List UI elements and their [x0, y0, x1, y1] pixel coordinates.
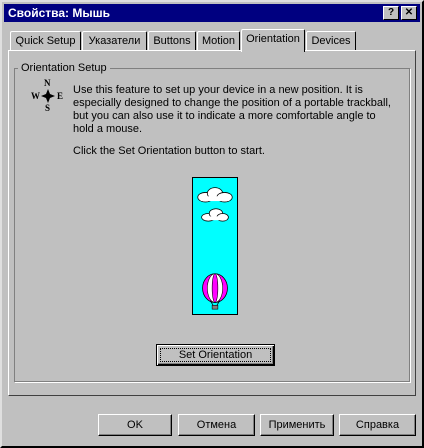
compass-east-label: E: [57, 91, 63, 101]
compass-south-label: S: [45, 103, 50, 113]
help-icon: ?: [387, 7, 395, 18]
set-orientation-label: Set Orientation: [157, 345, 274, 365]
orientation-description: Use this feature to set up your device i…: [73, 84, 391, 135]
group-label: Orientation Setup: [18, 62, 110, 74]
tab-label: Buttons: [153, 35, 191, 47]
tab-quick-setup[interactable]: Quick Setup: [10, 31, 81, 51]
start-instructions: Click the Set Orientation button to star…: [73, 145, 265, 157]
cancel-button[interactable]: Отмена: [178, 414, 255, 436]
compass-west-label: W: [31, 91, 40, 101]
compass-icon: N W E S: [31, 78, 63, 113]
compass-north-label: N: [44, 78, 51, 88]
tab-label: Указатели: [88, 35, 141, 47]
ok-button[interactable]: OK: [98, 414, 172, 436]
apply-label: Применить: [268, 419, 326, 431]
tab-buttons[interactable]: Buttons: [148, 31, 196, 51]
help-title-button[interactable]: ?: [383, 6, 399, 20]
tab-orientation[interactable]: Orientation: [241, 29, 305, 52]
tab-label: Devices: [311, 35, 351, 47]
tab-label: Orientation: [246, 33, 300, 45]
set-orientation-button[interactable]: Set Orientation: [156, 344, 275, 366]
help-label: Справка: [355, 419, 400, 431]
close-title-button[interactable]: ✕: [401, 6, 417, 20]
tab-label: Motion: [201, 35, 236, 47]
tab-pointers[interactable]: Указатели: [82, 31, 147, 51]
title-bar[interactable]: Свойства: Мышь ? ✕: [4, 4, 420, 22]
cancel-label: Отмена: [196, 419, 237, 431]
tab-devices[interactable]: Devices: [306, 31, 356, 51]
window-title: Свойства: Мышь: [8, 6, 110, 20]
close-icon: ✕: [404, 7, 414, 18]
trackball-balloon-illustration: [192, 177, 238, 315]
tab-label: Quick Setup: [15, 35, 76, 47]
help-button[interactable]: Справка: [339, 414, 416, 436]
ok-label: OK: [127, 419, 143, 431]
tab-motion[interactable]: Motion: [197, 31, 240, 51]
apply-button[interactable]: Применить: [260, 414, 334, 436]
